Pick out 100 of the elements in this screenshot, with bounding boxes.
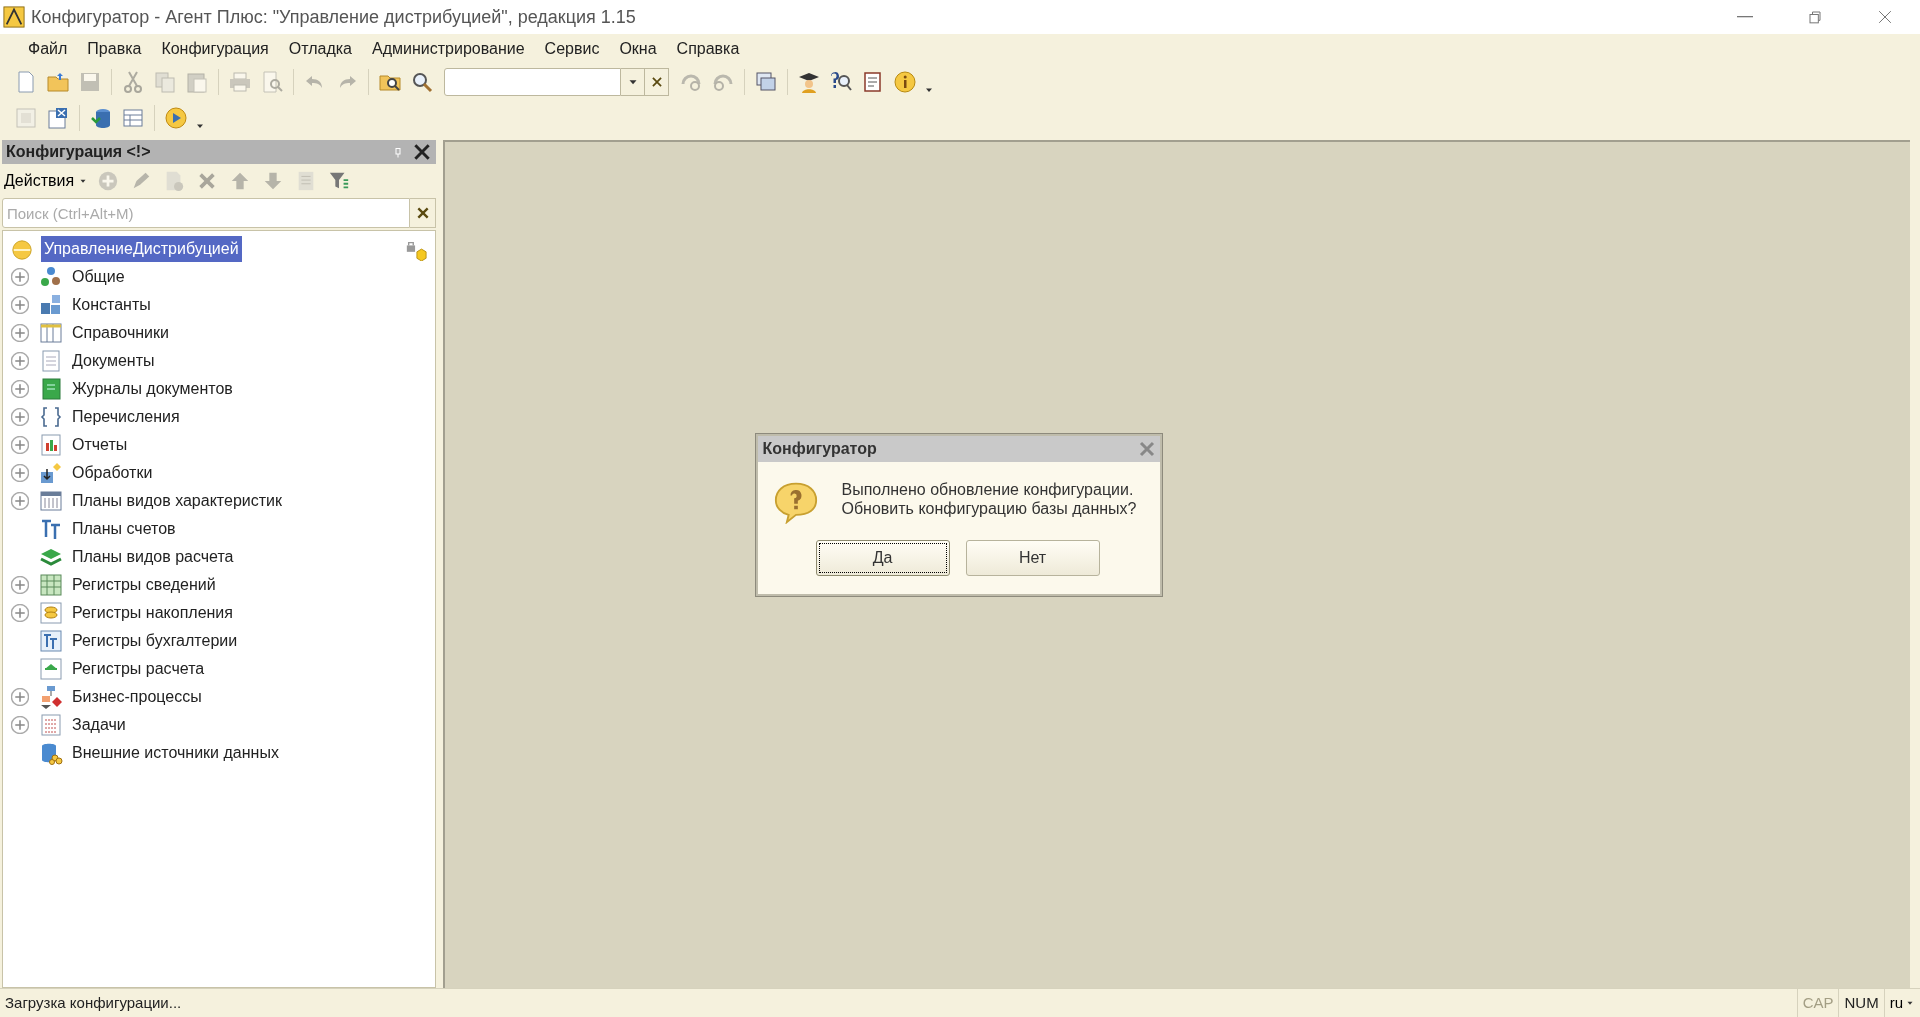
columns-icon [39,321,63,345]
tree-item[interactable]: Планы счетов [69,516,179,542]
window-title: Конфигуратор - Агент Плюс: "Управление дистрибуцией", редакция 1.15 [31,5,636,29]
close-icon [1137,440,1156,458]
play-button[interactable] [162,104,190,132]
tree-item[interactable]: Константы [69,292,154,318]
clipboard-icon [185,70,209,94]
key-indicator: CAP [1796,988,1839,1017]
tree-item[interactable]: Планы видов характеристик [69,488,285,514]
tree-item[interactable]: Регистры накопления [69,600,236,626]
tree-item[interactable]: Планы видов расчета [69,544,237,570]
app-logo-icon [3,6,25,28]
expand-icon[interactable] [11,492,29,510]
expand-icon[interactable] [11,268,29,286]
circles-icon [39,265,63,289]
arrows-box-icon [39,657,63,681]
clear-icon [415,206,430,220]
search-combo-field[interactable] [444,68,621,96]
blocks-icon [39,293,63,317]
menu-item[interactable]: Отладка [280,37,360,61]
tree-item[interactable]: Журналы документов [69,376,236,402]
braces-icon [39,405,63,429]
windows-icon [754,70,778,94]
clear-button[interactable] [645,68,669,96]
document-icon [39,349,63,373]
panel-close-button[interactable] [412,142,432,162]
circle-icon [11,238,33,261]
table-icon [121,106,145,130]
tree-item[interactable]: УправлениеДистрибуцией [41,236,242,262]
bar-chart-icon [39,433,63,457]
tree-item[interactable]: Задачи [69,712,129,738]
dialog-button[interactable]: Да [815,540,950,576]
tree-item[interactable]: Регистры бухгалтерии [69,628,241,654]
tree-item[interactable]: Обработки [69,460,156,486]
scissors-icon [121,70,145,94]
tree-item[interactable]: Документы [69,348,158,374]
dialog-close-button[interactable] [1137,440,1156,458]
dropdown-button[interactable] [621,68,645,96]
t-letters-box-icon [39,629,63,653]
search-icon [410,70,434,94]
tree-item[interactable]: Регистры расчета [69,656,208,682]
journal-icon [39,377,63,401]
tree-item[interactable]: Регистры сведений [69,572,219,598]
tree-item[interactable]: Бизнес-процессы [69,684,205,710]
panel-title: Конфигурация <!> [6,142,152,162]
expand-icon[interactable] [11,408,29,426]
menu-item[interactable]: Окна [611,37,665,61]
menu-item[interactable]: Файл [20,37,76,61]
table-grid-icon [39,573,63,597]
expand-icon[interactable] [11,576,29,594]
play-icon [164,106,188,130]
tree-item[interactable]: Внешние источники данных [69,740,282,766]
info-icon [893,70,917,94]
expand-icon[interactable] [11,296,29,314]
graduate-icon [797,70,821,94]
menu-item[interactable]: Справка [668,37,748,61]
minimize-icon [1737,16,1753,18]
actions-menu-button[interactable]: Действия [4,169,89,193]
pin-icon [392,145,404,160]
search-field[interactable]: Поиск (Ctrl+Alt+M) [2,198,410,228]
dialog-button[interactable]: Нет [965,540,1100,576]
expand-icon[interactable] [11,716,29,734]
language-button[interactable]: ru [1883,988,1920,1017]
key-indicator: NUM [1838,988,1884,1017]
t-letters-icon [39,517,63,541]
window-icon [14,106,38,130]
folder-icon [46,70,70,94]
expand-icon[interactable] [11,688,29,706]
calendar-grid-icon [39,489,63,513]
coins-icon [39,601,63,625]
clear-search-button[interactable] [410,198,436,228]
flowchart-icon [39,685,63,709]
checklist-icon [39,713,63,737]
menu-item[interactable]: Сервис [536,37,608,61]
tree-item[interactable]: Перечисления [69,404,183,430]
dialog-title: Конфигуратор [762,439,878,459]
expand-icon[interactable] [11,324,29,342]
dialog-message: Выполнено обновление конфигурации. Обновить конфигурацию базы данных? [841,480,1137,519]
tree-item[interactable]: Общие [69,264,128,290]
expand-icon[interactable] [11,352,29,370]
question-bubble-icon [773,480,818,524]
menu-item[interactable]: Правка [79,37,150,61]
expand-icon[interactable] [11,604,29,622]
add-icon [97,170,120,192]
tree-item[interactable]: Отчеты [69,432,131,458]
clear-icon [649,75,664,89]
window-close-icon [46,106,70,130]
menu-item[interactable]: Администрирование [364,37,533,61]
database-coins-icon [39,741,63,765]
info-button[interactable] [891,68,919,96]
menu-item[interactable]: Конфигурация [153,37,277,61]
status-text: Загрузка конфигурации... [4,992,183,1013]
printer-icon [228,70,252,94]
expand-icon[interactable] [11,380,29,398]
tree-item[interactable]: Справочники [69,320,172,346]
expand-icon[interactable] [11,436,29,454]
database-refresh-icon [89,106,113,130]
close-icon [412,142,432,162]
expand-icon[interactable] [11,464,29,482]
copy-icon [153,70,177,94]
